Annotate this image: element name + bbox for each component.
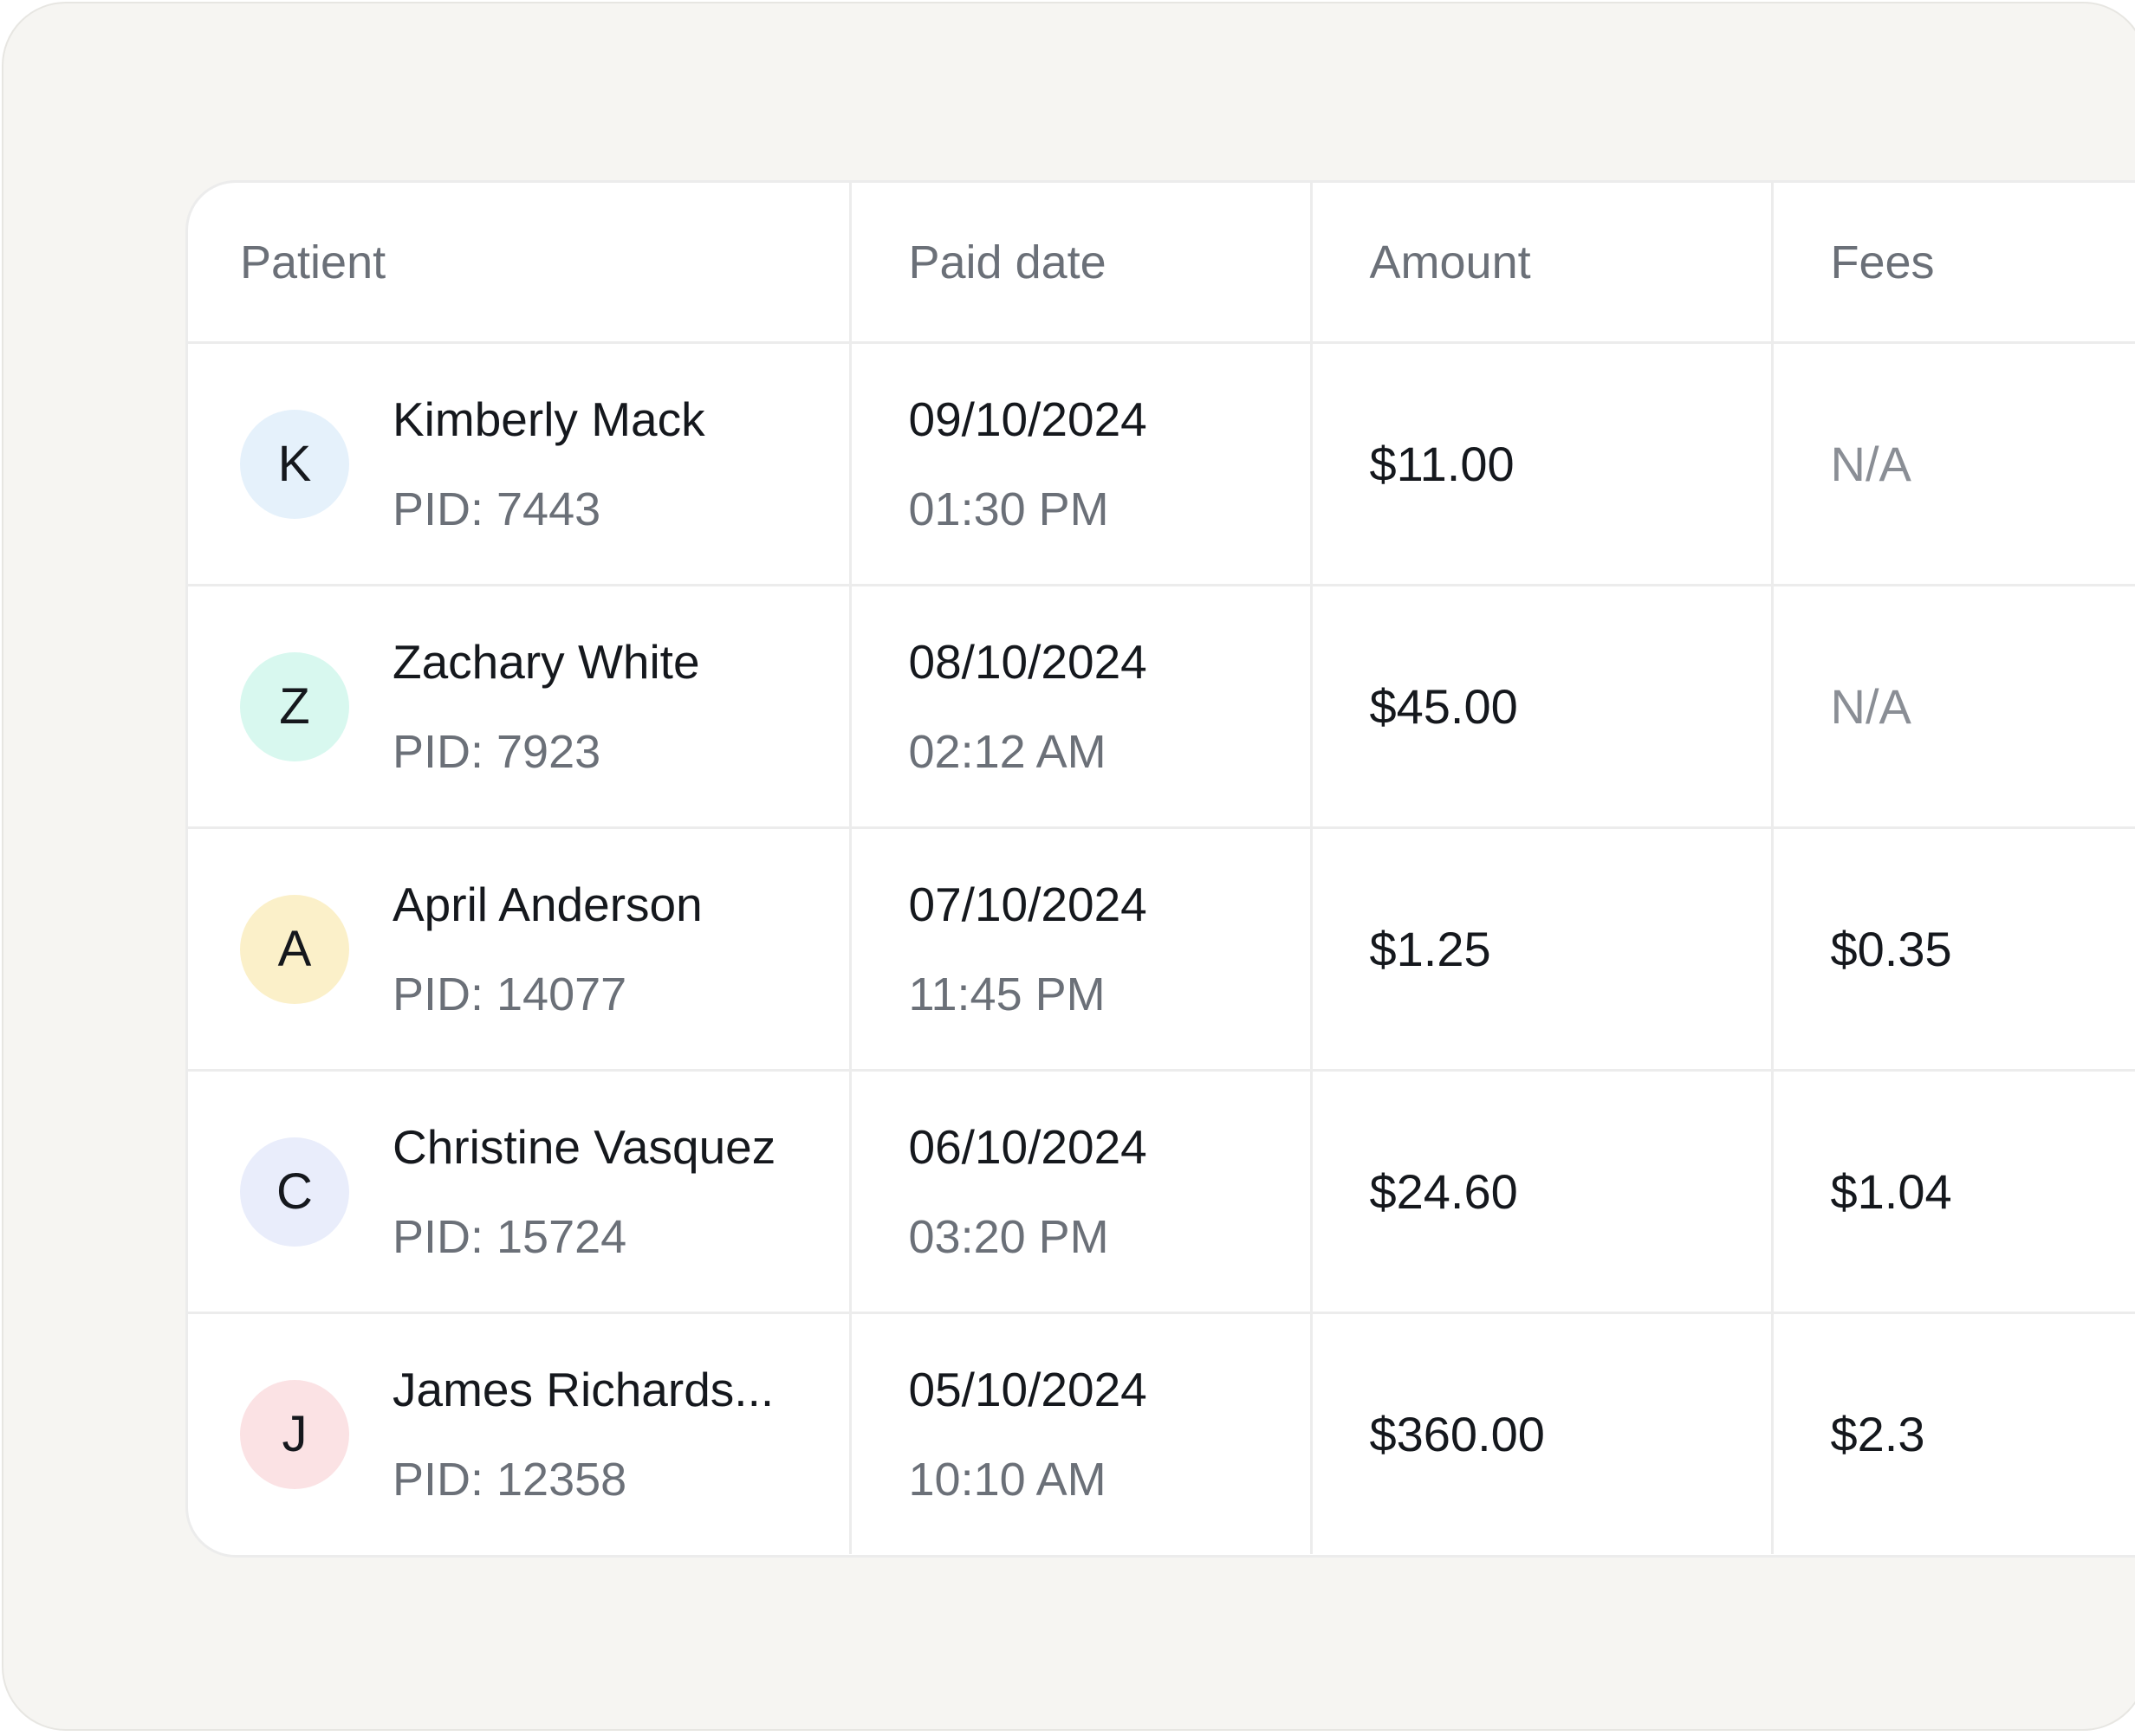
amount-cell: $360.00 [1311, 1312, 1774, 1554]
paid-time: 03:20 PM [908, 1210, 1109, 1263]
column-header-patient[interactable]: Patient [188, 183, 852, 344]
patient-cell: K Kimberly Mack PID: 7443 [188, 342, 852, 586]
avatar: C [240, 1137, 349, 1247]
patient-name: Zachary White [393, 634, 700, 689]
patient-id: PID: 15724 [393, 1210, 627, 1263]
patient-cell: Z Zachary White PID: 7923 [188, 585, 852, 829]
paid-date-cell: 06/10/2024 03:20 PM [850, 1070, 1313, 1314]
fees-cell: $0.35 [1772, 827, 2135, 1072]
paid-date: 06/10/2024 [908, 1119, 1147, 1174]
patient-id: PID: 12358 [393, 1453, 627, 1506]
fees-cell: $1.04 [1772, 1070, 2135, 1314]
avatar: Z [240, 651, 349, 761]
table-row[interactable]: J James Richards... PID: 12358 05/10/202… [188, 1312, 2135, 1554]
amount-cell: $45.00 [1311, 585, 1774, 829]
paid-date-cell: 05/10/2024 10:10 AM [850, 1312, 1313, 1554]
app-frame: Patient Paid date Amount Fees K Kimberly… [2, 2, 2135, 1731]
patient-id: PID: 14077 [393, 968, 627, 1020]
patient-name: Christine Vasquez [393, 1119, 776, 1174]
avatar: A [240, 894, 349, 1004]
amount-cell: $1.25 [1311, 827, 1774, 1072]
paid-date-cell: 07/10/2024 11:45 PM [850, 827, 1313, 1072]
paid-time: 02:12 AM [908, 725, 1106, 778]
payments-table: Patient Paid date Amount Fees K Kimberly… [188, 183, 2135, 1554]
table-header-row: Patient Paid date Amount Fees [188, 183, 2135, 344]
paid-date: 05/10/2024 [908, 1362, 1147, 1416]
payments-table-card: Patient Paid date Amount Fees K Kimberly… [185, 180, 2135, 1558]
fees-cell: N/A [1772, 585, 2135, 829]
avatar: K [240, 409, 349, 519]
table-row[interactable]: K Kimberly Mack PID: 7443 09/10/2024 01:… [188, 342, 2135, 586]
patient-name: April Anderson [393, 877, 703, 931]
paid-date: 07/10/2024 [908, 877, 1147, 931]
avatar: J [240, 1379, 349, 1489]
patient-cell: J James Richards... PID: 12358 [188, 1312, 852, 1554]
paid-date: 08/10/2024 [908, 634, 1147, 689]
table-row[interactable]: A April Anderson PID: 14077 07/10/2024 1… [188, 827, 2135, 1072]
column-header-paid-date[interactable]: Paid date [850, 183, 1313, 344]
patient-id: PID: 7443 [393, 483, 601, 535]
paid-date-cell: 09/10/2024 01:30 PM [850, 342, 1313, 586]
amount-cell: $24.60 [1311, 1070, 1774, 1314]
fees-cell: N/A [1772, 342, 2135, 586]
paid-date: 09/10/2024 [908, 392, 1147, 446]
column-header-amount[interactable]: Amount [1311, 183, 1774, 344]
patient-id: PID: 7923 [393, 725, 601, 778]
paid-date-cell: 08/10/2024 02:12 AM [850, 585, 1313, 829]
patient-cell: A April Anderson PID: 14077 [188, 827, 852, 1072]
paid-time: 10:10 AM [908, 1453, 1106, 1506]
fees-cell: $2.3 [1772, 1312, 2135, 1554]
column-header-fees[interactable]: Fees [1772, 183, 2135, 344]
paid-time: 01:30 PM [908, 483, 1109, 535]
patient-cell: C Christine Vasquez PID: 15724 [188, 1070, 852, 1314]
paid-time: 11:45 PM [908, 968, 1106, 1020]
patient-name: Kimberly Mack [393, 392, 705, 446]
table-row[interactable]: Z Zachary White PID: 7923 08/10/2024 02:… [188, 585, 2135, 829]
patient-name: James Richards... [393, 1362, 775, 1416]
amount-cell: $11.00 [1311, 342, 1774, 586]
table-row[interactable]: C Christine Vasquez PID: 15724 06/10/202… [188, 1070, 2135, 1314]
